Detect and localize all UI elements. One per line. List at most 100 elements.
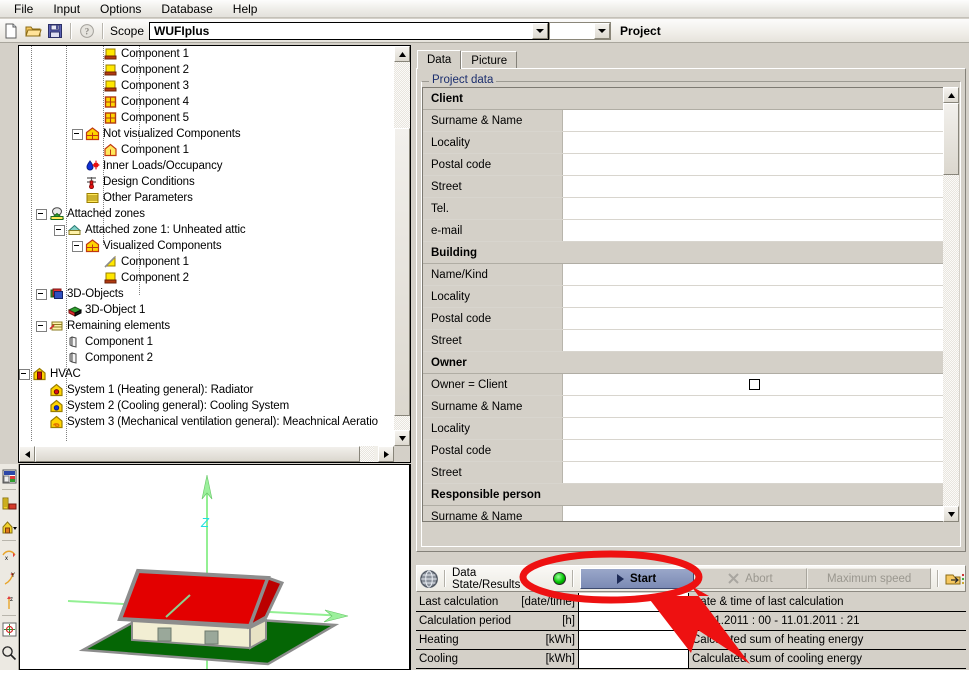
tree-item[interactable]: System 2 (Cooling general): Cooling Syst… — [19, 398, 394, 414]
tree-item[interactable]: Component 1 — [19, 254, 394, 270]
export-icon[interactable] — [945, 571, 965, 587]
form-field-input[interactable] — [563, 176, 946, 197]
measure-icon[interactable] — [0, 491, 18, 515]
new-document-icon[interactable] — [0, 20, 22, 42]
rotate-y-icon[interactable]: Y — [0, 566, 18, 590]
tree-item[interactable]: Component 1 — [19, 142, 394, 158]
form-field-input[interactable] — [563, 440, 946, 461]
form-field-input[interactable] — [563, 308, 946, 329]
result-value[interactable] — [579, 631, 689, 649]
tree-expander-minus-icon[interactable] — [19, 368, 30, 380]
tree-item[interactable]: Visualized Components — [19, 238, 394, 254]
maximum-speed-button[interactable]: Maximum speed — [807, 568, 931, 589]
chevron-down-icon-2[interactable] — [594, 22, 611, 39]
result-value[interactable] — [579, 593, 689, 611]
tree-horizontal-scrollbar[interactable] — [19, 445, 394, 462]
form-field-input[interactable] — [563, 418, 946, 439]
center-view-icon[interactable] — [0, 617, 18, 641]
form-field-input[interactable] — [563, 462, 946, 483]
tree-item[interactable]: Not visualized Components — [19, 126, 394, 142]
zoom-icon[interactable] — [0, 641, 18, 665]
tree-scroll-thumb[interactable] — [394, 128, 410, 416]
tree-item[interactable]: Attached zones — [19, 206, 394, 222]
project-data-grid[interactable]: Client Surname & Name Locality Postal code S… — [422, 87, 947, 522]
form-field-input[interactable] — [563, 132, 946, 153]
tree-item[interactable]: Design Conditions — [19, 174, 394, 190]
tree-item[interactable]: Attached zone 1: Unheated attic — [19, 222, 394, 238]
chevron-down-icon[interactable] — [532, 22, 549, 39]
tab-data[interactable]: Data — [417, 50, 462, 69]
start-button[interactable]: Start — [579, 568, 694, 589]
tree-item[interactable]: Component 3 — [19, 78, 394, 94]
menu-file[interactable]: File — [4, 0, 43, 18]
rotate-x-icon[interactable]: x — [0, 542, 18, 566]
form-scroll-up-button[interactable] — [943, 87, 959, 103]
tree-scroll-right-button[interactable] — [378, 446, 394, 462]
render-mode-icon[interactable] — [0, 464, 18, 488]
tree-item[interactable]: Component 2 — [19, 62, 394, 78]
tree-expander-minus-icon[interactable] — [72, 240, 83, 252]
abort-button[interactable]: Abort — [693, 568, 808, 589]
project-tree[interactable]: Component 1 Component 2 Component 3 Compone… — [19, 46, 394, 441]
tree-scroll-down-button[interactable] — [394, 430, 410, 446]
form-scroll-thumb[interactable] — [943, 103, 959, 175]
save-diskette-icon[interactable] — [44, 20, 66, 42]
menu-input[interactable]: Input — [43, 0, 90, 18]
form-field-input[interactable] — [563, 154, 946, 175]
form-scroll-down-button[interactable] — [943, 506, 959, 522]
tree-scroll-up-button[interactable] — [394, 46, 410, 62]
form-field-input[interactable] — [563, 396, 946, 417]
tree-item[interactable]: Component 5 — [19, 110, 394, 126]
tree-item[interactable]: System 3 (Mechanical ventilation general… — [19, 414, 394, 430]
menu-help[interactable]: Help — [223, 0, 268, 18]
form-checkbox-cell[interactable] — [563, 374, 946, 395]
menu-options[interactable]: Options — [90, 0, 151, 18]
form-field-input[interactable] — [563, 110, 946, 131]
project-tree-panel[interactable]: Component 1 Component 2 Component 3 Compone… — [18, 45, 411, 463]
tab-picture[interactable]: Picture — [461, 51, 518, 69]
tree-item[interactable]: HVAC — [19, 366, 394, 382]
tree-expander-minus-icon[interactable] — [36, 320, 47, 332]
tree-expander-minus-icon[interactable] — [36, 208, 47, 220]
tree-item[interactable]: System 1 (Heating general): Radiator — [19, 382, 394, 398]
globe-icon[interactable] — [420, 569, 438, 588]
open-folder-icon[interactable] — [22, 20, 44, 42]
tree-hscroll-thumb[interactable] — [35, 446, 360, 462]
owner-equals-client-checkbox[interactable] — [749, 379, 760, 390]
tree-item[interactable]: 3D-Object 1 — [19, 302, 394, 318]
tree-item[interactable]: Component 2 — [19, 270, 394, 286]
result-value[interactable] — [579, 612, 689, 630]
form-field-input[interactable] — [563, 220, 946, 241]
form-field-input[interactable] — [563, 264, 946, 285]
tree-item[interactable]: Component 1 — [19, 46, 394, 62]
tree-item[interactable]: Component 4 — [19, 94, 394, 110]
tree-item[interactable]: Remaining elements — [19, 318, 394, 334]
tree-scroll-left-button[interactable] — [19, 446, 35, 462]
tree-hscroll-track[interactable] — [360, 446, 374, 462]
form-field-input[interactable] — [563, 286, 946, 307]
scope-combo[interactable]: WUFIplus — [149, 21, 550, 40]
rotate-z-icon[interactable]: z — [0, 590, 18, 614]
tree-item[interactable]: Component 2 — [19, 350, 394, 366]
tree-expander-minus-icon[interactable] — [54, 224, 65, 236]
result-value[interactable] — [579, 650, 689, 668]
tree-expander-minus-icon[interactable] — [36, 288, 47, 300]
tree-item[interactable]: 3D-Objects — [19, 286, 394, 302]
tree-vertical-scrollbar[interactable] — [393, 46, 410, 446]
tree-scroll-track-lower[interactable] — [394, 416, 410, 430]
3d-viewport[interactable]: Z X — [19, 464, 411, 670]
secondary-combo[interactable] — [549, 21, 612, 40]
form-scroll-track[interactable] — [943, 175, 959, 506]
tree-item[interactable]: Component 1 — [19, 334, 394, 350]
zone-select-icon[interactable] — [0, 515, 18, 539]
tree-expander-minus-icon[interactable] — [72, 128, 83, 140]
tree-scroll-track-upper[interactable] — [394, 62, 410, 128]
tree-item[interactable]: Inner Loads/Occupancy — [19, 158, 394, 174]
menu-database[interactable]: Database — [151, 0, 222, 18]
form-field-input[interactable] — [563, 198, 946, 219]
form-vertical-scrollbar[interactable] — [943, 87, 959, 522]
help-question-icon[interactable]: ? — [76, 20, 98, 42]
form-field-input[interactable] — [563, 506, 946, 521]
tree-item[interactable]: Other Parameters — [19, 190, 394, 206]
form-field-input[interactable] — [563, 330, 946, 351]
